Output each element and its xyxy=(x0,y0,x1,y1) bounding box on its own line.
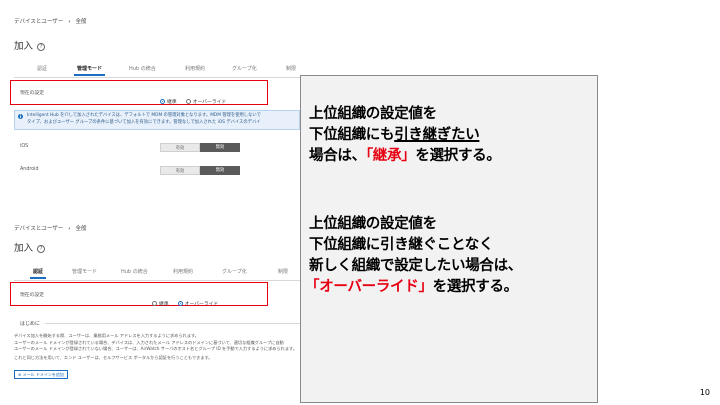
add-email-domain-label: メール ドメインを追加 xyxy=(22,372,64,377)
android-label: Android xyxy=(20,167,39,172)
callout-text: を選択する。 xyxy=(415,148,501,164)
tab-restrictions[interactable]: 制限 xyxy=(278,268,288,275)
breadcrumb-item[interactable]: 全般 xyxy=(76,226,87,232)
tab-divider xyxy=(14,77,300,78)
radio-inherit[interactable] xyxy=(160,99,165,104)
ios-label: iOS xyxy=(20,144,29,149)
tab-hub-integration[interactable]: Hub の統合 xyxy=(129,65,156,72)
section-divider xyxy=(45,323,300,324)
page-title-text: 加入 xyxy=(14,243,34,254)
radio-inherit-label: 継承 xyxy=(167,100,177,105)
radio-override[interactable] xyxy=(185,99,191,104)
tab-bar: 認証 管理モード Hub の統合 利用規約 グループ化 制限 xyxy=(0,268,300,280)
android-toggle[interactable]: 有効 無効 xyxy=(160,166,240,175)
callout-p2-line3: 新しく組織で設定したい場合は、 xyxy=(309,258,522,274)
callout-text: 場合は、 xyxy=(309,148,366,164)
ios-toggle[interactable]: 有効 無効 xyxy=(160,143,240,152)
tab-hub-integration[interactable]: Hub の統合 xyxy=(121,268,148,275)
radio-override-label: オーバーライド xyxy=(184,302,219,307)
radio-inherit-label: 継承 xyxy=(159,302,169,307)
radio-override-label: オーバーライド xyxy=(192,100,227,105)
page-title: 加入? xyxy=(14,240,46,254)
callout-p1-line3: 場合は、「継承」を選択する。 xyxy=(309,147,501,165)
section-title: はじめに xyxy=(20,321,41,327)
tab-grouping[interactable]: グループ化 xyxy=(232,65,257,72)
tab-management-mode[interactable]: 管理モード xyxy=(73,65,106,76)
chevron-right-icon: › xyxy=(68,226,71,232)
ios-enable-option[interactable]: 有効 xyxy=(160,143,200,152)
breadcrumb-item[interactable]: 全般 xyxy=(76,19,87,25)
breadcrumb: デバイスとユーザー › 全般 xyxy=(14,17,87,25)
tab-bar: 認証 管理モード Hub の統合 利用規約 グループ化 制限 xyxy=(0,65,300,77)
add-email-domain-button[interactable]: ⊕ メール ドメインを追加 xyxy=(14,370,68,379)
tab-management-mode[interactable]: 管理モード xyxy=(72,268,97,275)
current-setting-label: 現在の設定 xyxy=(20,293,44,298)
breadcrumb-item[interactable]: デバイスとユーザー xyxy=(14,226,63,232)
chevron-right-icon: › xyxy=(68,19,71,25)
callout-p2-line1: 上位組織の設定値を xyxy=(309,216,437,232)
tab-divider xyxy=(14,280,300,281)
callout-p1-line2: 下位組織にも引き継ぎたい xyxy=(309,126,480,144)
ios-disable-option[interactable]: 無効 xyxy=(200,143,240,152)
tab-terms-of-use[interactable]: 利用規約 xyxy=(185,65,205,72)
callout-highlight-inherit: 「継承」 xyxy=(365,148,416,164)
android-disable-option[interactable]: 無効 xyxy=(200,166,240,175)
highlight-box-override xyxy=(10,282,268,306)
info-text-line: Intelligent Hub を介して加入されたデバイスは、デフォルトで MD… xyxy=(27,113,261,118)
breadcrumb-item[interactable]: デバイスとユーザー xyxy=(14,19,63,25)
callout-text: 下位組織にも xyxy=(309,127,395,143)
callout-panel: 上位組織の設定値を 下位組織にも引き継ぎたい 場合は、「継承」を選択する。 上位… xyxy=(300,75,598,403)
inherit-override-radio-group: 継承 オーバーライド xyxy=(152,290,222,309)
tab-grouping[interactable]: グループ化 xyxy=(222,268,247,275)
info-icon: i xyxy=(18,114,23,119)
callout-text: を選択する。 xyxy=(432,279,519,295)
callout-highlight-override: 「オーバーライド」 xyxy=(305,279,433,295)
page-title: 加入? xyxy=(14,38,46,52)
tab-auth[interactable]: 認証 xyxy=(29,268,47,279)
radio-inherit[interactable] xyxy=(152,301,157,306)
tab-terms-of-use[interactable]: 利用規約 xyxy=(173,268,193,275)
info-text-line: タイプ、およびユーザー グループの条件に基づいて加入を有効にできます。管理なしで… xyxy=(27,119,261,125)
tab-restrictions[interactable]: 制限 xyxy=(286,65,296,72)
radio-override[interactable] xyxy=(177,301,183,306)
info-banner: i Intelligent Hub を介して加入されたデバイスは、デフォルトで … xyxy=(14,110,300,130)
help-icon[interactable]: ? xyxy=(37,245,46,253)
callout-underlined-text: 引き継ぎたい xyxy=(394,127,480,143)
help-icon[interactable]: ? xyxy=(37,43,46,51)
inherit-override-radio-group: 継承 オーバーライド xyxy=(160,88,230,107)
callout-p1-line1: 上位組織の設定値を xyxy=(309,106,437,122)
tab-auth[interactable]: 認証 xyxy=(37,65,47,72)
breadcrumb: デバイスとユーザー › 全般 xyxy=(14,224,87,232)
description-line: これと同じ方法を用いて、エンド ユーザーは、セルフサービス ポータルから認証を行… xyxy=(14,354,213,360)
android-enable-option[interactable]: 有効 xyxy=(160,166,200,175)
description: デバイス加入を開始する際、ユーザーは、業務用メール アドレスを入力するように求め… xyxy=(14,333,300,361)
description-line: ユーザーのメール ドメインが登録されていない場合、ユーザーは、AirWatch … xyxy=(14,346,298,351)
page-title-text: 加入 xyxy=(14,41,34,52)
current-setting-label: 現在の設定 xyxy=(20,91,44,96)
callout-p2-line4: 「オーバーライド」を選択する。 xyxy=(305,278,518,296)
callout-p2-line2: 下位組織に引き継ぐことなく xyxy=(309,237,494,253)
page-number: 10 xyxy=(699,388,710,397)
